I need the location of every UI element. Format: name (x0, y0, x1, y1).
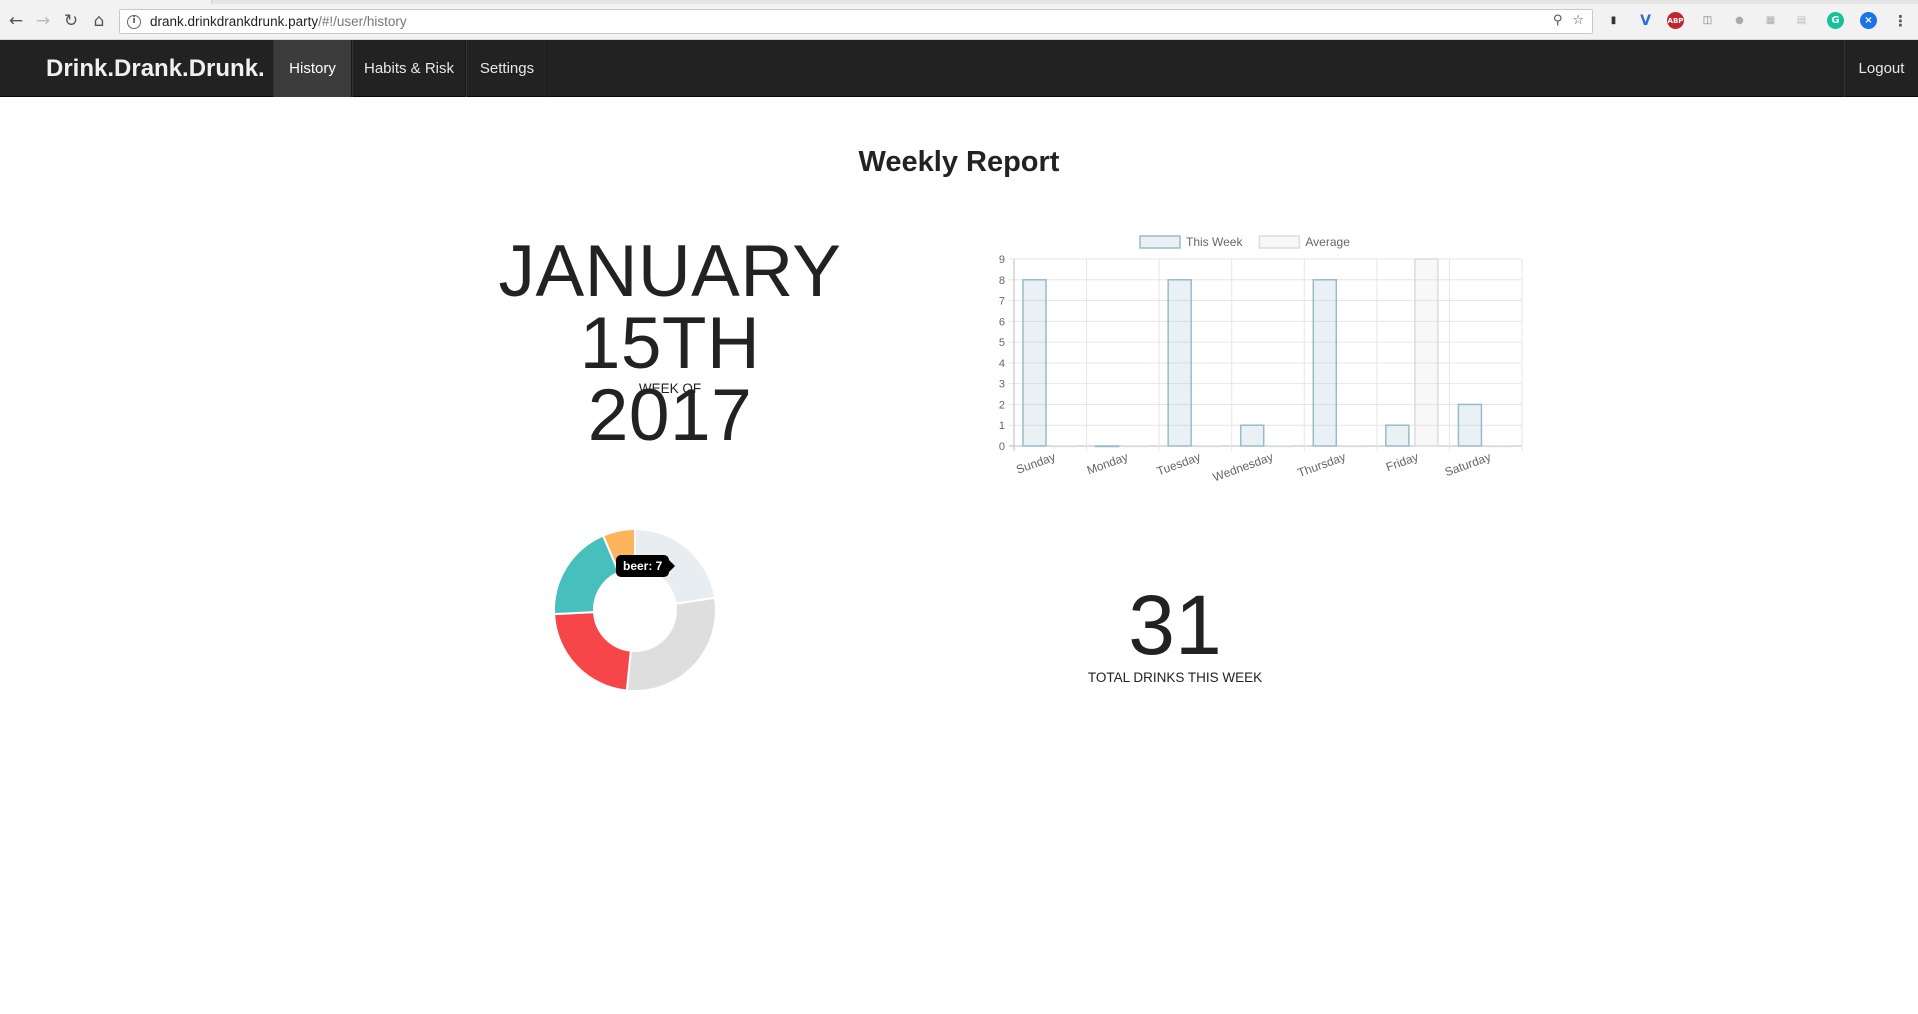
donut-slice[interactable] (553, 611, 632, 692)
bar[interactable] (1167, 279, 1192, 447)
bar[interactable] (1486, 445, 1512, 448)
y-tick-label: 8 (999, 275, 1005, 287)
bar[interactable] (1239, 424, 1265, 447)
adblock-label: ABP (1667, 16, 1684, 25)
bar[interactable] (1123, 445, 1149, 448)
bar[interactable] (1268, 445, 1294, 448)
legend-swatch[interactable] (1258, 235, 1301, 249)
address-bar[interactable]: i drank.drinkdrankdrunk.party/#!/user/hi… (119, 9, 1593, 34)
y-tick-label: 9 (999, 254, 1005, 266)
bar[interactable] (1312, 279, 1338, 447)
x-tick-label: Wednesday (1211, 450, 1275, 485)
donut-slice[interactable] (625, 596, 717, 692)
logout-link[interactable]: Logout (1844, 40, 1918, 97)
adblock-icon[interactable]: ABP (1667, 12, 1684, 29)
x-tick-label: Friday (1384, 450, 1420, 475)
url-host: drank.drinkdrankdrunk.party (150, 14, 319, 29)
x-extension-icon[interactable]: × (1860, 12, 1877, 29)
week-of-label: WEEK OF (638, 381, 702, 396)
nav-history[interactable]: History (273, 40, 352, 97)
y-tick-label: 5 (999, 337, 1005, 349)
sidebar-extension-icon[interactable]: ◫ (1699, 12, 1716, 29)
note-extension-icon[interactable]: ▤ (1793, 12, 1810, 29)
bar[interactable] (1457, 403, 1483, 447)
y-tick-label: 1 (999, 420, 1005, 432)
chart-tooltip: beer: 7 (616, 555, 676, 577)
url-text: drank.drinkdrankdrunk.party/#!/user/hist… (150, 14, 407, 29)
bar[interactable] (1196, 445, 1221, 448)
key-icon[interactable]: ⚲ (1553, 13, 1563, 28)
legend-label[interactable]: Average (1305, 235, 1350, 249)
nav-habits-risk[interactable]: Habits & Risk (352, 40, 466, 97)
week-date-month-day: JANUARY 15TH (498, 231, 842, 384)
active-tab[interactable] (0, 0, 212, 4)
info-icon[interactable]: i (127, 14, 141, 29)
total-drinks-label: TOTAL DRINKS THIS WEEK (1087, 670, 1263, 685)
reader-extension-icon[interactable]: ▮ (1605, 12, 1622, 29)
navbar: Drink.Drank.Drunk. History Habits & Risk… (0, 40, 1918, 97)
url-path: /#!/user/history (318, 14, 407, 29)
bar[interactable] (1051, 445, 1076, 448)
y-tick-label: 2 (999, 399, 1005, 411)
bar[interactable] (1094, 445, 1120, 448)
total-drinks-count: 31 (1128, 578, 1222, 672)
shield-extension-icon[interactable]: ● (1731, 12, 1748, 29)
bar[interactable] (1385, 424, 1410, 447)
bar[interactable] (1022, 279, 1047, 447)
weekly-bar-chart: This Week Average 0 1 2 3 4 5 6 7 8 9 Sunday Monday Tu… (999, 235, 1523, 485)
chart-tooltip-text: beer: 7 (623, 559, 663, 573)
grid-extension-icon[interactable]: ▦ (1762, 12, 1779, 29)
x-tick-label: Tuesday (1155, 450, 1203, 479)
week-date: JANUARY 15TH 2017 (400, 231, 940, 452)
x-tick-label: Saturday (1443, 450, 1493, 480)
y-tick-label: 4 (999, 358, 1005, 370)
y-tick-label: 6 (999, 316, 1005, 328)
y-tick-label: 3 (999, 379, 1005, 391)
x-tick-label: Thursday (1296, 450, 1348, 480)
browser-toolbar: ← → ↻ ⌂ i drank.drinkdrankdrunk.party/#!… (0, 0, 1918, 40)
nav-settings[interactable]: Settings (466, 40, 548, 97)
tab-strip (0, 0, 1918, 4)
home-icon[interactable]: ⌂ (88, 10, 110, 32)
y-tick-label: 0 (999, 441, 1005, 453)
v-extension-icon[interactable]: V (1637, 12, 1654, 29)
legend-label[interactable]: This Week (1186, 235, 1243, 249)
brand-logo[interactable]: Drink.Drank.Drunk. (46, 40, 265, 97)
x-tick-label: Monday (1085, 450, 1130, 478)
bar[interactable] (1414, 258, 1439, 447)
x-tick-label: Sunday (1014, 450, 1057, 477)
back-icon[interactable]: ← (5, 10, 27, 32)
menu-icon[interactable]: ⋮ (1892, 12, 1909, 30)
bar[interactable] (1341, 445, 1367, 448)
page-title: Weekly Report (858, 146, 1060, 178)
reload-icon[interactable]: ↻ (60, 10, 82, 32)
legend-swatch[interactable] (1139, 235, 1181, 249)
drink-type-donut-chart (553, 527, 717, 692)
y-tick-label: 7 (999, 296, 1005, 308)
grammarly-icon[interactable]: G (1827, 12, 1844, 29)
star-icon[interactable]: ☆ (1572, 13, 1584, 28)
forward-icon[interactable]: → (32, 10, 54, 32)
